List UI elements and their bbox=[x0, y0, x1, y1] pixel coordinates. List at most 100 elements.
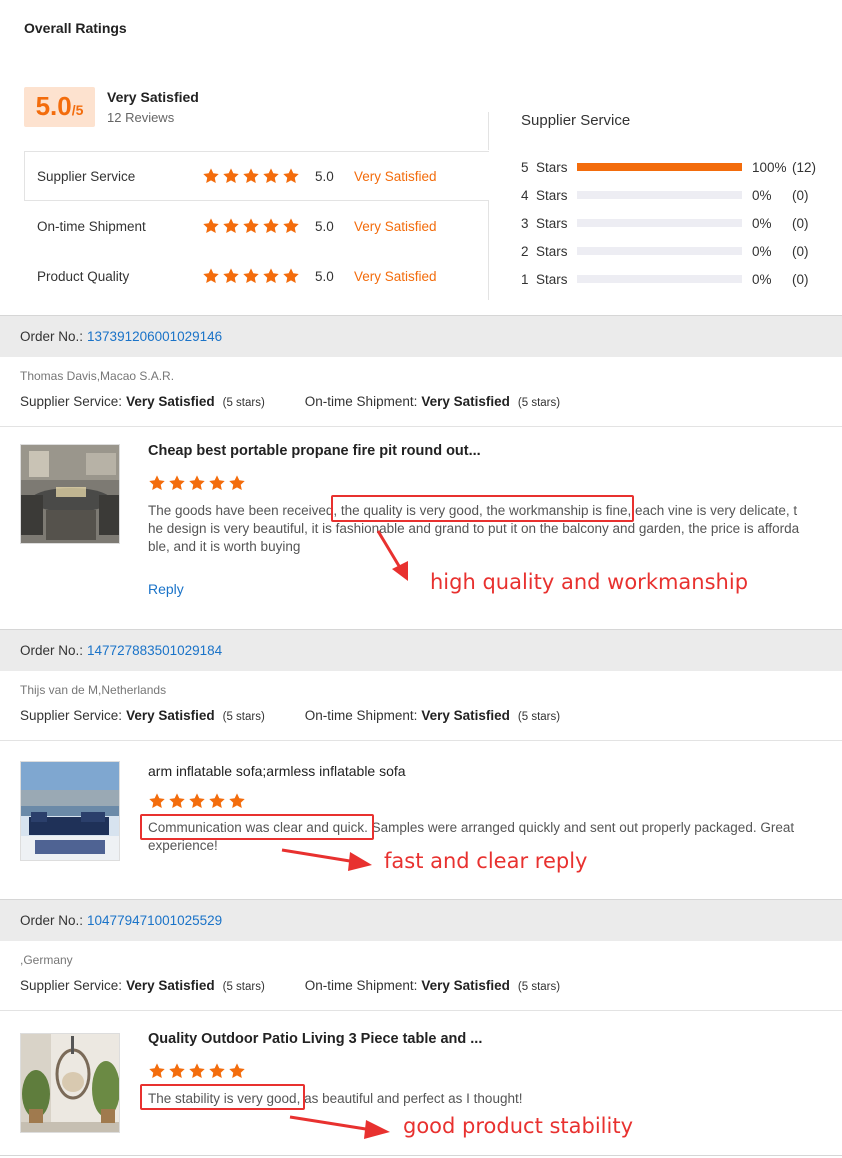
review-stars bbox=[148, 1062, 246, 1080]
rating-stars bbox=[202, 267, 315, 285]
star-icon bbox=[262, 167, 280, 185]
shipment-verdict: Very Satisfied bbox=[421, 394, 510, 409]
order-no-label: Order No.: bbox=[20, 913, 84, 928]
order-meta: Thijs van de M,Netherlands Supplier Serv… bbox=[0, 671, 842, 741]
order-ratings: Supplier Service: Very Satisfied (5 star… bbox=[20, 708, 560, 723]
order-number-link[interactable]: 137391206001029146 bbox=[87, 329, 222, 344]
highlight-box bbox=[140, 1084, 305, 1110]
distribution-title: Supplier Service bbox=[521, 112, 631, 129]
product-title[interactable]: arm inflatable sofa;armless inflatable s… bbox=[148, 763, 406, 779]
rating-verdict: Very Satisfied bbox=[354, 268, 437, 284]
star-level: 2 bbox=[521, 243, 529, 259]
star-icon bbox=[148, 1062, 166, 1080]
star-icon bbox=[282, 167, 300, 185]
shipment-label: On-time Shipment: bbox=[304, 708, 418, 723]
supplier-service-stars: (5 stars) bbox=[222, 711, 265, 723]
order-no-label: Order No.: bbox=[20, 329, 84, 344]
star-icon bbox=[262, 267, 280, 285]
star-icon bbox=[148, 474, 166, 492]
distribution-percent: 0% bbox=[752, 215, 772, 231]
order-header: Order No.: 104779471001025529 bbox=[0, 899, 842, 941]
star-icon bbox=[208, 792, 226, 810]
distribution-count: (0) bbox=[792, 215, 809, 231]
order-no-label: Order No.: bbox=[20, 643, 84, 658]
reply-link[interactable]: Reply bbox=[148, 581, 184, 597]
order-meta: ,Germany Supplier Service: Very Satisfie… bbox=[0, 941, 842, 1011]
distribution-percent: 0% bbox=[752, 243, 772, 259]
supplier-service-stars: (5 stars) bbox=[222, 397, 265, 409]
star-icon bbox=[202, 217, 220, 235]
distribution-count: (0) bbox=[792, 187, 809, 203]
annotation-label: high quality and workmanship bbox=[430, 570, 749, 594]
star-icon bbox=[168, 474, 186, 492]
star-icon bbox=[228, 792, 246, 810]
rating-score: 5.0 bbox=[315, 268, 334, 284]
highlight-box bbox=[140, 814, 374, 840]
review-stars bbox=[148, 474, 246, 492]
star-icon bbox=[262, 217, 280, 235]
review-body: arm inflatable sofa;armless inflatable s… bbox=[0, 741, 842, 899]
distribution-row-2: 2 Stars 0% (0) bbox=[521, 241, 809, 261]
shipment-verdict: Very Satisfied bbox=[421, 708, 510, 723]
overall-score: 5.0 bbox=[35, 91, 72, 121]
star-icon bbox=[148, 792, 166, 810]
review-count: 12 Reviews bbox=[107, 110, 175, 125]
review-body: Cheap best portable propane fire pit rou… bbox=[0, 427, 842, 629]
star-icon bbox=[208, 1062, 226, 1080]
rating-label: Supplier Service bbox=[37, 168, 136, 184]
highlight-box bbox=[331, 495, 634, 522]
order-meta: Thomas Davis,Macao S.A.R. Supplier Servi… bbox=[0, 357, 842, 427]
star-level: 1 bbox=[521, 271, 529, 287]
order-ratings: Supplier Service: Very Satisfied (5 star… bbox=[20, 394, 560, 409]
star-icon bbox=[168, 792, 186, 810]
star-icon bbox=[222, 167, 240, 185]
distribution-percent: 100% bbox=[752, 159, 787, 175]
rating-row-supplier-service: Supplier Service 5.0 Very Satisfied bbox=[24, 151, 489, 201]
annotation-label: fast and clear reply bbox=[384, 849, 588, 873]
distribution-bar bbox=[577, 275, 742, 283]
distribution-count: (0) bbox=[792, 271, 809, 287]
rating-score: 5.0 bbox=[315, 168, 334, 184]
star-word: Stars bbox=[536, 187, 568, 203]
rating-stars bbox=[202, 217, 315, 235]
order-number-link[interactable]: 147727883501029184 bbox=[87, 643, 222, 658]
overall-ratings-title: Overall Ratings bbox=[24, 20, 127, 36]
rating-label: Product Quality bbox=[37, 268, 130, 284]
distribution-row-1: 1 Stars 0% (0) bbox=[521, 269, 809, 289]
distribution-percent: 0% bbox=[752, 271, 772, 287]
product-thumbnail[interactable] bbox=[20, 444, 120, 544]
product-thumbnail[interactable] bbox=[20, 1033, 120, 1133]
supplier-service-verdict: Very Satisfied bbox=[126, 978, 215, 993]
shipment-stars: (5 stars) bbox=[517, 981, 561, 993]
buyer-name: Thomas Davis,Macao S.A.R. bbox=[20, 369, 175, 383]
rating-label: On-time Shipment bbox=[37, 218, 146, 234]
star-level: 3 bbox=[521, 215, 529, 231]
distribution-count: (0) bbox=[792, 243, 809, 259]
star-word: Stars bbox=[536, 159, 568, 175]
star-icon bbox=[228, 1062, 246, 1080]
rating-row-ontime-shipment: On-time Shipment 5.0 Very Satisfied bbox=[24, 201, 489, 251]
review-stars bbox=[148, 792, 246, 810]
product-title[interactable]: Quality Outdoor Patio Living 3 Piece tab… bbox=[148, 1031, 482, 1047]
buyer-name: Thijs van de M,Netherlands bbox=[20, 683, 167, 697]
arrow-icon bbox=[281, 848, 372, 871]
rating-score: 5.0 bbox=[315, 218, 334, 234]
star-word: Stars bbox=[536, 243, 568, 259]
product-thumbnail[interactable] bbox=[20, 761, 120, 861]
distribution-bar bbox=[577, 219, 742, 227]
product-title[interactable]: Cheap best portable propane fire pit rou… bbox=[148, 443, 481, 459]
star-level: 4 bbox=[521, 187, 529, 203]
annotation-label: good product stability bbox=[403, 1114, 634, 1138]
star-icon bbox=[208, 474, 226, 492]
star-icon bbox=[282, 267, 300, 285]
star-icon bbox=[188, 792, 206, 810]
star-icon bbox=[242, 217, 260, 235]
supplier-service-verdict: Very Satisfied bbox=[126, 394, 215, 409]
distribution-percent: 0% bbox=[752, 187, 772, 203]
star-icon bbox=[188, 1062, 206, 1080]
shipment-label: On-time Shipment: bbox=[304, 394, 418, 409]
order-header: Order No.: 137391206001029146 bbox=[0, 315, 842, 357]
rating-verdict: Very Satisfied bbox=[354, 168, 437, 184]
arrow-icon bbox=[289, 1115, 390, 1139]
order-number-link[interactable]: 104779471001025529 bbox=[87, 913, 222, 928]
